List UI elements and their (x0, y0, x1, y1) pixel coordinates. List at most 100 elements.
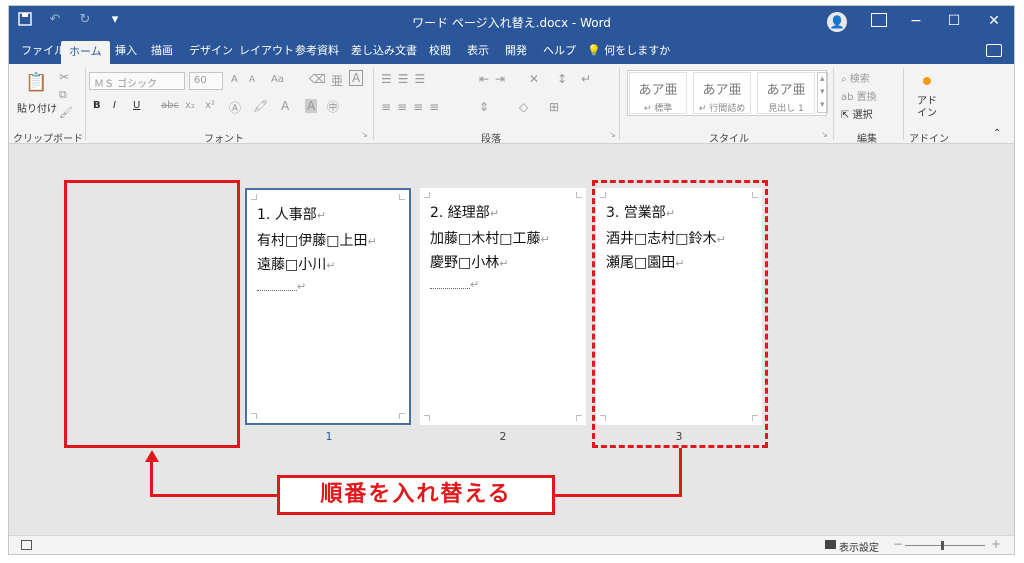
clipboard-group-label: クリップボード (13, 134, 83, 145)
source-page-box (592, 180, 768, 448)
arrow-head-icon (145, 450, 159, 462)
select-button[interactable]: ⇱ 選択 (841, 106, 873, 121)
indent-buttons-icon[interactable]: ⇤⇥ (479, 72, 511, 86)
cut-icon[interactable]: ✂ (59, 70, 69, 84)
clear-formatting-icon[interactable]: ⌫ (309, 72, 326, 86)
group-divider (85, 68, 86, 140)
text-effects-icon[interactable]: Ⓐ (229, 99, 241, 116)
comments-icon[interactable] (986, 44, 1002, 57)
shrink-font-button[interactable]: A (249, 75, 255, 85)
document-area: 1. 人事部↵ 有村□伊藤□上田↵ 遠藤□小川↵ ↵ 1 2. 経理部↵ 加藤□… (9, 145, 1014, 537)
focus-icon[interactable] (825, 540, 836, 549)
lightbulb-icon: 💡 (587, 44, 601, 57)
change-case-button[interactable]: Aa (271, 74, 284, 85)
zoom-slider-thumb[interactable] (941, 541, 944, 550)
tab-mailings[interactable]: 差し込み文書 (343, 38, 425, 64)
tab-help[interactable]: ヘルプ (535, 38, 584, 64)
italic-button[interactable]: I (113, 100, 116, 111)
tab-references[interactable]: 参考資料 (287, 38, 347, 64)
asian-layout-icon[interactable]: ✕ (529, 72, 539, 86)
group-divider (903, 68, 904, 140)
replace-button[interactable]: ab 置換 (841, 88, 877, 103)
underline-button[interactable]: U (133, 100, 140, 111)
subscript-button[interactable]: x₂ (185, 100, 195, 111)
tell-me-label: 何をしますか (604, 44, 671, 57)
paste-button[interactable]: 貼り付け (17, 100, 57, 115)
character-shading-icon[interactable]: A (305, 99, 318, 113)
phonetic-guide-icon[interactable]: 亜 (331, 72, 343, 89)
tab-draw[interactable]: 描画 (143, 38, 181, 64)
arrow-shaft-right (679, 448, 682, 497)
font-size-combo[interactable]: 60 (189, 72, 223, 90)
group-divider (833, 68, 834, 140)
tab-home[interactable]: ホーム (61, 41, 110, 64)
arrow-shaft-left (150, 462, 153, 497)
page-line: 慶野□小林↵ (430, 255, 509, 271)
minimize-button[interactable]: − (901, 10, 931, 32)
addins-button[interactable]: アド イン (917, 96, 937, 120)
bold-button[interactable]: B (93, 100, 101, 111)
collapse-ribbon-icon[interactable]: ⌃ (993, 128, 1001, 139)
tab-developer[interactable]: 開発 (497, 38, 535, 64)
format-painter-icon[interactable]: 🖌 (59, 106, 73, 119)
paragraph-dialog-launcher-icon[interactable]: ↘ (609, 130, 616, 139)
paragraph-mark: ↵ (297, 280, 307, 293)
font-group-label: フォント (204, 134, 244, 145)
find-button[interactable]: ⌕ 検索 (841, 70, 870, 85)
tell-me-search[interactable]: 💡 何をしますか (579, 38, 678, 64)
title-bar: ↶ ↻ ▾ ワード ページ入れ替え.docx - Word 👤 − ☐ ✕ (9, 6, 1014, 38)
page-layout-icon[interactable] (21, 540, 32, 550)
alignment-buttons-icon[interactable]: ≡≡≡≡ (381, 100, 445, 114)
borders-icon[interactable]: ⊞ (549, 100, 559, 114)
enclose-characters-icon[interactable]: A (349, 70, 364, 86)
page-line: 遠藤□小川↵ (257, 257, 336, 273)
page-thumbnail[interactable]: 2. 経理部↵ 加藤□木村□工藤↵ 慶野□小林↵ ↵ (420, 188, 586, 425)
addins-group-label: アドイン (909, 134, 949, 145)
zoom-in-button[interactable]: + (991, 537, 1001, 551)
paste-icon: 📋 (25, 72, 48, 93)
reorder-callout: 順番を入れ替える (277, 475, 555, 515)
style-normal[interactable]: あア亜 ↵ 標準 (629, 72, 687, 114)
account-avatar-icon[interactable]: 👤 (827, 12, 847, 32)
styles-dialog-launcher-icon[interactable]: ↘ (821, 130, 828, 139)
highlight-color-icon[interactable]: 🖍 (253, 99, 268, 113)
page-line: 2. 経理部↵ (430, 205, 500, 221)
zoom-out-button[interactable]: − (893, 537, 903, 551)
close-button[interactable]: ✕ (979, 10, 1009, 32)
copy-icon[interactable]: ⧉ (59, 88, 67, 102)
document-title: ワード ページ入れ替え.docx - Word (412, 16, 611, 30)
line-spacing-icon[interactable]: ⇕ (479, 100, 489, 114)
display-settings-button[interactable]: 表示設定 (839, 539, 879, 554)
ribbon-display-options-icon[interactable] (871, 13, 887, 27)
styles-scroll-icon[interactable]: ▴ ▾ ▾ (817, 72, 828, 113)
ribbon-tabs: ファイル ホーム 挿入 描画 デザイン レイアウト 参考資料 差し込み文書 校閲… (9, 38, 1014, 64)
tab-view[interactable]: 表示 (459, 38, 497, 64)
page-break-mark (430, 288, 470, 289)
style-no-spacing[interactable]: あア亜 ↵ 行間詰め (693, 72, 751, 114)
page-thumbnail[interactable]: 1. 人事部↵ 有村□伊藤□上田↵ 遠藤□小川↵ ↵ (245, 188, 411, 425)
shading-icon[interactable]: ◇ (519, 100, 528, 114)
restore-button[interactable]: ☐ (939, 10, 969, 32)
zoom-slider-track[interactable] (905, 545, 985, 546)
editing-group-label: 編集 (857, 134, 877, 145)
page-line: 加藤□木村□工藤↵ (430, 231, 550, 247)
style-heading-1[interactable]: あア亜 見出し 1 (757, 72, 815, 114)
strikethrough-button[interactable]: abc (161, 100, 179, 111)
group-divider (619, 68, 620, 140)
sort-icon[interactable]: ↕ (557, 72, 567, 86)
replace-icon: ab (841, 92, 854, 103)
grow-font-button[interactable]: A (231, 74, 238, 85)
tab-review[interactable]: 校閲 (421, 38, 459, 64)
font-name-combo[interactable]: ＭＳ ゴシック (89, 72, 185, 90)
target-position-box (64, 180, 240, 448)
word-window: ↶ ↻ ▾ ワード ページ入れ替え.docx - Word 👤 − ☐ ✕ ファ… (8, 5, 1015, 555)
font-dialog-launcher-icon[interactable]: ↘ (361, 130, 368, 139)
superscript-button[interactable]: x² (205, 100, 215, 111)
list-buttons-icon[interactable]: ☰☰☰ (381, 72, 431, 86)
font-color-icon[interactable]: A (281, 99, 289, 113)
tab-insert[interactable]: 挿入 (107, 38, 145, 64)
show-marks-icon[interactable]: ↵ (581, 72, 591, 86)
enclosed-char-icon[interactable]: ㊥ (327, 98, 339, 115)
ribbon-home: 📋 貼り付け ✂ ⧉ 🖌 クリップボード ＭＳ ゴシック 60 A A Aa ⌫… (9, 64, 1014, 145)
styles-group-label: スタイル (709, 134, 749, 145)
